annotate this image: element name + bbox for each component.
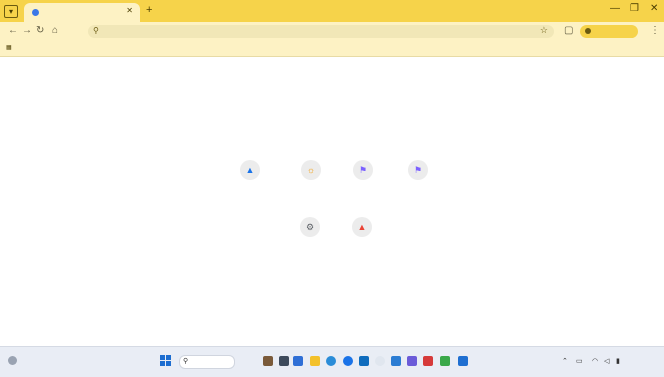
network-icon[interactable]: ▭ [576,357,583,365]
side-panel-icon[interactable]: ▢ [564,25,573,36]
shortcut-icon-bg: ▲ [352,217,372,237]
chart-icon: ▲ [357,222,367,232]
gear-icon: ⚙ [305,222,315,232]
edge-browser-icon[interactable] [326,356,336,366]
shortcut-icon-bg: ⚙ [300,217,320,237]
chrome-browser-icon[interactable] [343,356,353,366]
maximize-icon[interactable]: ❐ [630,3,639,14]
shortcut-icon-bg: ☼ [301,160,321,180]
wifi-icon[interactable]: ◠ [592,357,598,365]
tab-active[interactable]: ✕ [24,3,140,22]
taskbar-app-icon[interactable] [423,356,433,366]
taskbar-app-icon[interactable] [440,356,450,366]
apps-grid-icon[interactable]: ▦ [6,44,12,51]
site-info-icon[interactable]: ⚲ [93,26,99,35]
window-close-icon[interactable]: ✕ [650,3,658,14]
taskbar-app-icon[interactable] [375,356,385,366]
sun-icon: ☼ [306,165,316,175]
flag-icon: ⚑ [358,165,368,175]
volume-icon[interactable]: ◁ [604,357,609,365]
close-icon[interactable]: ✕ [126,6,133,15]
tab-strip: ▾ ✕ + — ❐ ✕ [0,0,664,22]
tray-chevron-icon[interactable]: ⌃ [562,357,568,365]
tab-favicon-icon [32,9,39,16]
new-tab-plus-icon[interactable]: + [146,4,152,16]
search-icon: ⚲ [183,358,189,365]
shortcut-icon-bg: ▲ [240,160,260,180]
forward-arrow-icon[interactable]: → [22,25,32,36]
battery-icon[interactable]: ▮ [616,357,620,365]
address-bar[interactable]: ⚲ ☆ [88,25,554,38]
home-icon[interactable]: ⌂ [52,25,58,36]
shortcut-tile[interactable]: ▲ [225,158,275,208]
taskbar-search-input[interactable]: ⚲ [179,355,235,369]
flag-icon: ⚑ [413,165,423,175]
outlook-icon[interactable] [458,356,468,366]
minimize-icon[interactable]: — [610,3,620,14]
shortcut-icon-bg: ⚑ [353,160,373,180]
taskbar-app-icon[interactable] [359,356,369,366]
teams-icon[interactable] [407,356,417,366]
shortcut-tile[interactable]: ⚑ [338,158,388,208]
shortcut-tile[interactable]: ▲ [337,215,387,265]
back-arrow-icon[interactable]: ← [8,25,18,36]
taskbar-app-icon[interactable] [279,356,289,366]
shortcut-tile[interactable]: ⚙ [285,215,335,265]
shortcut-tile[interactable]: ☼ [286,158,336,208]
windows-start-icon[interactable] [160,355,172,367]
task-view-icon[interactable] [293,356,303,366]
menu-kebab-icon[interactable]: ⋮ [650,25,660,36]
browser-toolbar: ← → ↻ ⌂ ⚲ ☆ ▢ ⋮ [0,22,664,42]
shortcut-icon-bg: ⚑ [408,160,428,180]
weather-icon[interactable] [8,356,17,365]
bookmarks-bar: ▦ [0,42,664,57]
update-dot-icon [585,28,591,34]
tab-search-icon[interactable]: ▾ [4,5,18,18]
file-explorer-icon[interactable] [310,356,320,366]
chevron-up-icon: ▲ [245,165,255,175]
taskbar-app-icon[interactable] [263,356,273,366]
bookmark-star-icon[interactable]: ☆ [540,25,548,36]
shortcut-tile[interactable]: ⚑ [393,158,443,208]
reload-icon[interactable]: ↻ [36,25,44,36]
word-icon[interactable] [391,356,401,366]
taskbar: ⚲ ⌃ ▭ ◠ ◁ ▮ [0,346,664,377]
update-button[interactable] [580,25,638,38]
